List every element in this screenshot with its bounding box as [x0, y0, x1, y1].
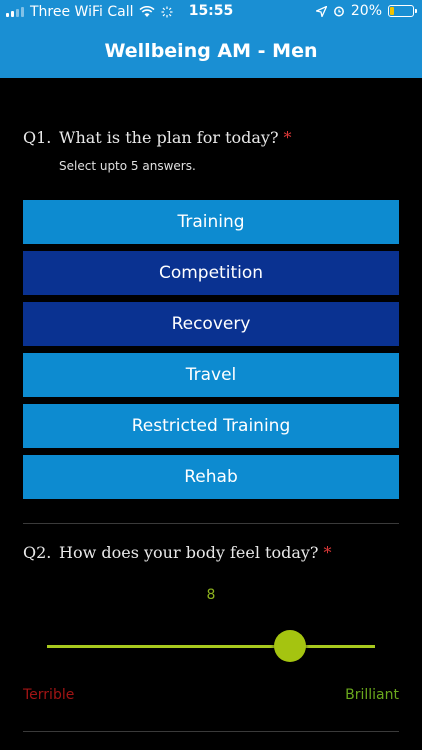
option-competition[interactable]: Competition [23, 251, 399, 295]
battery-percent: 20% [350, 3, 382, 19]
option-label: Travel [185, 365, 237, 385]
option-restricted-training[interactable]: Restricted Training [23, 404, 399, 448]
question-hint: Select upto 5 answers. [59, 159, 196, 173]
option-label: Restricted Training [131, 416, 291, 436]
scale-max-label: Brilliant [345, 687, 399, 703]
option-label: Recovery [171, 314, 251, 334]
status-bar: Three WiFi Call 15:55 20% [0, 0, 422, 24]
question-1: Q1. What is the plan for today? * Select… [23, 128, 292, 173]
option-recovery[interactable]: Recovery [23, 302, 399, 346]
required-mark: * [323, 543, 332, 562]
status-right-group: 20% [315, 3, 417, 19]
option-travel[interactable]: Travel [23, 353, 399, 397]
slider-track[interactable] [47, 645, 375, 648]
divider [23, 731, 399, 732]
option-label: Training [177, 212, 245, 232]
option-rehab[interactable]: Rehab [23, 455, 399, 499]
option-label: Rehab [184, 467, 238, 487]
question-number: Q1. [23, 128, 52, 147]
question-text: How does your body feel today? [59, 543, 319, 562]
q1-options: Training Competition Recovery Travel Res… [23, 200, 399, 506]
question-number: Q2. [23, 543, 52, 562]
scale-min-label: Terrible [23, 687, 75, 703]
page-title: Wellbeing AM - Men [104, 40, 318, 62]
battery-icon [388, 5, 417, 17]
required-mark: * [283, 128, 292, 147]
option-label: Competition [158, 263, 264, 283]
question-2: Q2. How does your body feel today? * [23, 543, 331, 562]
option-training[interactable]: Training [23, 200, 399, 244]
location-arrow-icon [315, 5, 327, 17]
slider-thumb[interactable] [273, 630, 306, 662]
app-header: Wellbeing AM - Men [0, 24, 422, 78]
question-text: What is the plan for today? [59, 128, 279, 147]
alarm-icon [333, 6, 344, 17]
slider-value: 8 [206, 587, 216, 603]
divider [23, 523, 399, 524]
